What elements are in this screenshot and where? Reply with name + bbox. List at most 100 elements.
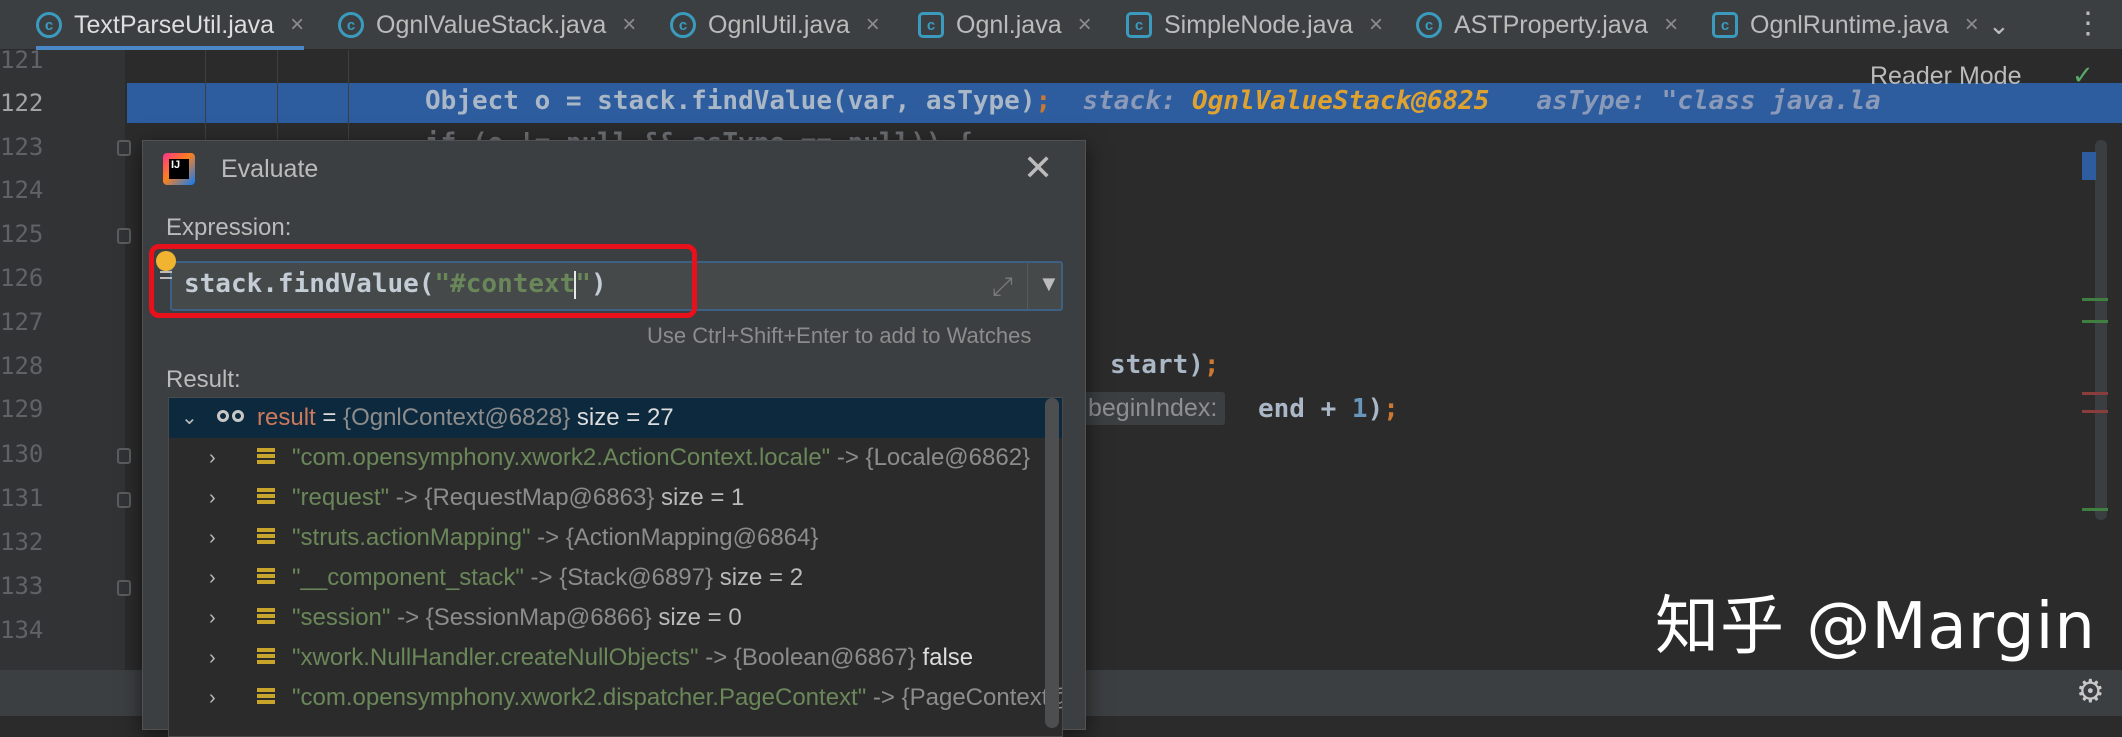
tab-close-icon[interactable]: × <box>622 11 636 39</box>
entry-extra: size = 0 <box>658 604 742 631</box>
tab-ognl[interactable]: c Ognl.java × <box>918 0 1092 50</box>
tab-close-icon[interactable]: × <box>290 11 304 39</box>
entry-key: "request" <box>292 484 390 511</box>
tree-row[interactable]: › "request" -> {RequestMap@6863} size = … <box>169 478 1062 518</box>
evaluate-dialog: IJ Evaluate ✕ Expression: stack.findValu… <box>142 140 1086 737</box>
expression-label: Expression: <box>166 214 292 241</box>
code-text: end + <box>1258 394 1352 424</box>
tree-row-text: "struts.actionMapping" -> {ActionMapping… <box>292 518 818 558</box>
map-entry-icon <box>257 528 275 548</box>
tree-row-text: "session" -> {SessionMap@6866} size = 0 <box>292 598 742 638</box>
tab-close-icon[interactable]: × <box>866 11 880 39</box>
entry-key: "com.opensymphony.xwork2.ActionContext.l… <box>292 444 831 471</box>
expand-chevron-icon[interactable]: › <box>209 598 216 638</box>
tree-row[interactable]: › "xwork.NullHandler.createNullObjects" … <box>169 638 1062 678</box>
result-root-row[interactable]: ⌄ result = {OgnlContext@6828} size = 27 <box>169 398 1062 438</box>
tab-simplenode[interactable]: c SimpleNode.java × <box>1126 0 1383 50</box>
close-icon[interactable]: ✕ <box>1023 147 1053 189</box>
more-options-icon[interactable]: ⋮ <box>2073 6 2103 41</box>
map-entry-icon <box>257 488 275 508</box>
tab-label: OgnlValueStack.java <box>376 10 607 39</box>
result-tree[interactable]: ⌄ result = {OgnlContext@6828} size = 27 … <box>168 397 1063 737</box>
fold-marker-icon[interactable] <box>117 448 131 464</box>
line-number: 127 <box>0 308 44 336</box>
entry-value: {PageContext@6868} <box>901 684 1062 711</box>
tab-ognlutil[interactable]: c OgnlUtil.java × <box>670 0 880 50</box>
entry-value: {Locale@6862} <box>865 444 1031 471</box>
watches-hint: Use Ctrl+Shift+Enter to add to Watches <box>647 323 1032 348</box>
inline-debug-value: "class java.la <box>1661 86 1881 116</box>
tab-label: OgnlUtil.java <box>708 10 850 39</box>
class-file-icon: c <box>1712 12 1738 38</box>
tab-close-icon[interactable]: × <box>1078 11 1092 39</box>
semicolon: ; <box>1203 350 1220 380</box>
code-line-129-partial[interactable]: end + 1); <box>1258 394 1399 424</box>
map-entry-icon <box>257 608 275 628</box>
code-line-122[interactable]: Object o = stack.findValue(var, asType);… <box>425 86 1881 116</box>
tab-close-icon[interactable]: × <box>1369 11 1383 39</box>
inspection-ok-check-icon[interactable]: ✓ <box>2072 60 2094 91</box>
semicolon: ; <box>1383 394 1399 424</box>
line-number: 121 <box>0 46 44 74</box>
collapse-chevron-icon[interactable]: ⌄ <box>181 398 198 438</box>
class-file-icon: c <box>918 12 944 38</box>
entry-extra: size = 2 <box>719 564 804 591</box>
code-text: ) <box>1367 394 1384 424</box>
expand-chevron-icon[interactable]: › <box>209 438 216 478</box>
input-separator <box>1027 263 1028 309</box>
code-text: Object o = stack.findValue(var, asType) <box>425 86 1036 116</box>
entry-arrow: -> <box>397 604 420 631</box>
fold-marker-icon[interactable] <box>117 580 131 596</box>
entry-arrow: -> <box>872 684 895 711</box>
expand-chevron-icon[interactable]: › <box>209 518 216 558</box>
entry-extra: size = 1 <box>661 484 745 511</box>
editor-scrollbar[interactable] <box>2095 140 2107 520</box>
result-name: result <box>257 404 316 431</box>
line-number: 126 <box>0 264 44 292</box>
tree-row[interactable]: › "com.opensymphony.xwork2.ActionContext… <box>169 438 1062 478</box>
tree-row[interactable]: › "struts.actionMapping" -> {ActionMappi… <box>169 518 1062 558</box>
gear-icon[interactable]: ⚙ <box>2076 672 2105 710</box>
tab-ognlruntime[interactable]: c OgnlRuntime.java × <box>1712 0 1979 50</box>
fold-marker-icon[interactable] <box>117 228 131 244</box>
tab-close-icon[interactable]: × <box>1664 11 1678 39</box>
tab-textparseutil[interactable]: c TextParseUtil.java × <box>36 0 305 50</box>
result-tree-scrollbar[interactable] <box>1045 398 1059 728</box>
history-dropdown-icon[interactable]: ▼ <box>1038 271 1060 297</box>
expand-chevron-icon[interactable]: › <box>209 558 216 598</box>
tab-overflow-chevron-icon[interactable]: ⌄ <box>1988 10 2010 41</box>
expand-chevron-icon[interactable]: › <box>209 678 216 718</box>
tab-close-icon[interactable]: × <box>1965 11 1979 39</box>
map-entry-icon <box>257 648 275 668</box>
tree-row[interactable]: › "session" -> {SessionMap@6866} size = … <box>169 598 1062 638</box>
tree-row[interactable]: › "__component_stack" -> {Stack@6897} si… <box>169 558 1062 598</box>
tree-row-text: "com.opensymphony.xwork2.dispatcher.Page… <box>292 678 1062 718</box>
tab-ognlvaluestack[interactable]: c OgnlValueStack.java × <box>338 0 636 50</box>
expand-chevron-icon[interactable]: › <box>209 638 216 678</box>
inline-debug-label: stack: <box>1082 86 1177 116</box>
code-line-128-partial[interactable]: start); <box>1110 350 1220 380</box>
editor-tab-bar: c TextParseUtil.java × c OgnlValueStack.… <box>0 0 2122 50</box>
tab-astproperty[interactable]: c ASTProperty.java × <box>1416 0 1678 50</box>
entry-key: "com.opensymphony.xwork2.dispatcher.Page… <box>292 684 867 711</box>
reader-mode-button[interactable]: Reader Mode <box>1870 62 2021 91</box>
entry-arrow: -> <box>836 444 859 471</box>
entry-value: {Boolean@6867} <box>733 644 916 671</box>
change-marker <box>2082 410 2108 413</box>
code-text: start) <box>1110 350 1204 380</box>
map-entry-icon <box>257 448 275 468</box>
fold-marker-icon[interactable] <box>117 492 131 508</box>
expand-chevron-icon[interactable]: › <box>209 478 216 518</box>
inline-debug-value: OgnlValueStack@6825 <box>1192 86 1490 116</box>
entry-key: "xwork.NullHandler.createNullObjects" <box>292 644 699 671</box>
entry-value: {ActionMapping@6864} <box>565 524 819 551</box>
entry-value: {SessionMap@6866} <box>425 604 652 631</box>
line-number: 134 <box>0 616 44 644</box>
class-icon: c <box>36 12 62 38</box>
tree-row[interactable]: › "com.opensymphony.xwork2.dispatcher.Pa… <box>169 678 1062 718</box>
change-marker <box>2082 320 2108 323</box>
line-number: 132 <box>0 528 44 556</box>
entry-arrow: -> <box>537 524 560 551</box>
expand-editor-icon[interactable]: ⤢ <box>992 271 1013 303</box>
fold-marker-icon[interactable] <box>117 140 131 156</box>
